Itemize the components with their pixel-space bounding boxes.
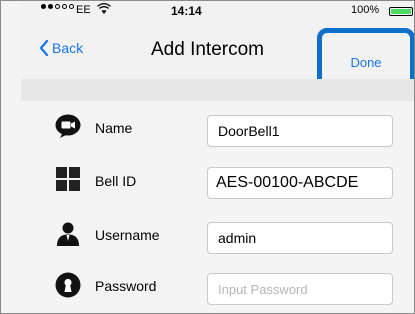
name-input[interactable]: DoorBell1 <box>207 115 393 147</box>
intercom-form: Name DoorBell1 Bell ID AES-00100-ABCDE U… <box>21 101 414 313</box>
chevron-left-icon <box>39 40 49 56</box>
grid-icon <box>56 167 80 191</box>
page-title: Add Intercom <box>151 39 264 60</box>
app-screen: EE 14:14 100% Back Add Intercom Done Nam… <box>0 0 415 314</box>
signal-strength-icon <box>41 4 74 9</box>
bell-id-label: Bell ID <box>95 173 137 189</box>
back-button-label: Back <box>52 40 84 56</box>
name-label: Name <box>95 120 133 136</box>
section-separator <box>21 79 414 101</box>
username-label: Username <box>95 227 160 243</box>
username-input[interactable]: admin <box>207 222 393 254</box>
carrier-label: EE <box>76 4 91 16</box>
video-camera-icon <box>55 114 81 138</box>
wifi-icon <box>97 3 111 14</box>
password-label: Password <box>95 278 157 294</box>
password-row: Password Input Password <box>21 261 414 311</box>
bell-id-input[interactable]: AES-00100-ABCDE <box>207 167 393 199</box>
done-button-label: Done <box>350 54 382 70</box>
user-icon <box>57 222 79 246</box>
keyhole-icon <box>55 272 81 298</box>
status-time: 14:14 <box>171 4 202 18</box>
navigation-bar: Back Add Intercom Done <box>21 21 414 96</box>
battery-icon <box>389 7 413 16</box>
name-row: Name DoorBell1 <box>21 105 414 155</box>
battery-percent: 100% <box>351 4 380 16</box>
password-input[interactable]: Input Password <box>207 273 393 305</box>
back-button[interactable]: Back <box>39 40 83 56</box>
bell-id-row: Bell ID AES-00100-ABCDE <box>21 155 414 205</box>
status-bar: EE 14:14 100% <box>21 1 414 21</box>
username-row: Username admin <box>21 211 414 261</box>
